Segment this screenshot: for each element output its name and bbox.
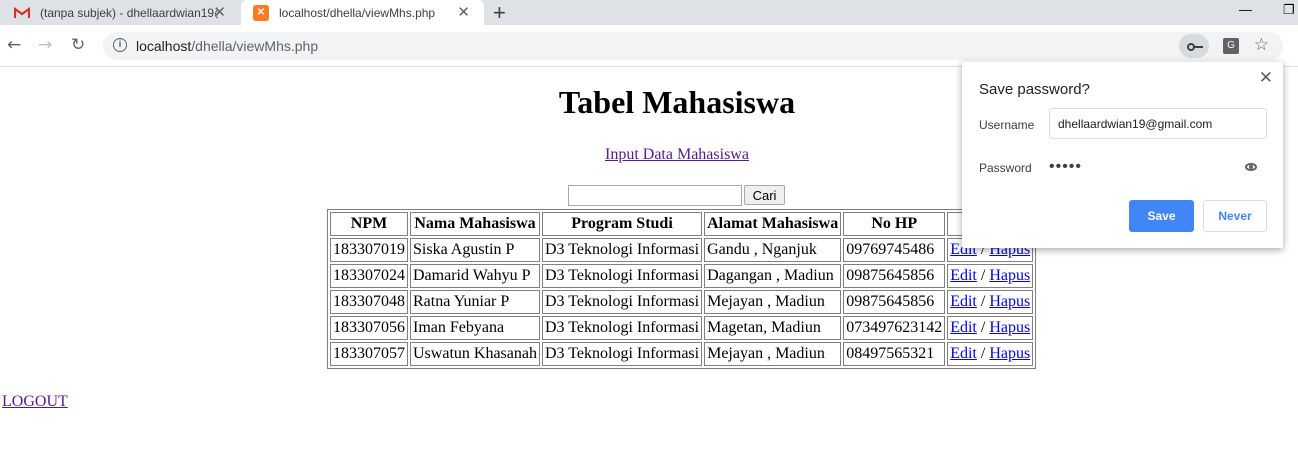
cell-alamat: Magetan, Madiun: [704, 316, 842, 340]
tab-title: (tanpa subjek) - dhellaardwian19@: [40, 5, 218, 20]
cell-hp: 09769745486: [843, 238, 946, 262]
cell-prodi: D3 Teknologi Informasi: [541, 238, 703, 262]
search-form: Cari: [568, 185, 785, 206]
tab-title: localhost/dhella/viewMhs.php: [279, 5, 436, 20]
username-field[interactable]: dhellaardwian19@gmail.com: [1049, 108, 1267, 139]
url-host: localhost: [136, 38, 192, 54]
restore-button[interactable]: ❐: [1283, 0, 1295, 20]
info-icon[interactable]: i: [113, 38, 127, 52]
cell-actions: Edit / Hapus: [947, 290, 1034, 314]
close-icon[interactable]: ✕: [457, 3, 470, 21]
cell-npm: 183307024: [330, 264, 408, 288]
close-icon[interactable]: ✕: [1259, 68, 1273, 88]
mahasiswa-table: NPM Nama Mahasiswa Program Studi Alamat …: [327, 209, 1037, 369]
address-bar[interactable]: i localhost/dhella/viewMhs.php G ☆: [103, 32, 1283, 60]
separator: /: [980, 319, 986, 336]
cell-prodi: D3 Teknologi Informasi: [541, 342, 703, 366]
cell-npm: 183307057: [330, 342, 408, 366]
header-npm: NPM: [330, 212, 408, 236]
save-button[interactable]: Save: [1129, 200, 1194, 232]
header-nama: Nama Mahasiswa: [410, 212, 540, 236]
search-input[interactable]: [568, 185, 742, 206]
cell-actions: Edit / Hapus: [947, 264, 1034, 288]
cell-actions: Edit / Hapus: [947, 316, 1034, 340]
separator: /: [980, 293, 986, 310]
cell-actions: Edit / Hapus: [947, 342, 1034, 366]
table-header-row: NPM Nama Mahasiswa Program Studi Alamat …: [330, 212, 1034, 236]
delete-link[interactable]: Hapus: [989, 319, 1030, 336]
close-icon[interactable]: ✕: [213, 3, 226, 21]
cell-nama: Ratna Yuniar P: [410, 290, 540, 314]
cell-prodi: D3 Teknologi Informasi: [541, 316, 703, 340]
new-tab-button[interactable]: +: [493, 0, 506, 25]
cell-hp: 09875645856: [843, 264, 946, 288]
header-hp: No HP: [843, 212, 946, 236]
cell-alamat: Gandu , Nganjuk: [704, 238, 842, 262]
table-row: 183307024 Damarid Wahyu P D3 Teknologi I…: [330, 264, 1034, 288]
tab-active[interactable]: ✕ localhost/dhella/viewMhs.php ✕: [241, 0, 484, 25]
cell-nama: Damarid Wahyu P: [410, 264, 540, 288]
search-button[interactable]: Cari: [744, 185, 785, 205]
url-text[interactable]: localhost/dhella/viewMhs.php: [136, 38, 318, 54]
delete-link[interactable]: Hapus: [989, 345, 1030, 362]
cell-prodi: D3 Teknologi Informasi: [541, 264, 703, 288]
table-row: 183307057 Uswatun Khasanah D3 Teknologi …: [330, 342, 1034, 366]
header-prodi: Program Studi: [541, 212, 703, 236]
cell-npm: 183307019: [330, 238, 408, 262]
edit-link[interactable]: Edit: [950, 293, 977, 310]
table-row: 183307019 Siska Agustin P D3 Teknologi I…: [330, 238, 1034, 262]
tab-gmail[interactable]: (tanpa subjek) - dhellaardwian19@ ✕: [0, 0, 240, 25]
cell-hp: 073497623142: [843, 316, 946, 340]
cell-npm: 183307048: [330, 290, 408, 314]
cell-alamat: Mejayan , Madiun: [704, 342, 842, 366]
table-row: 183307048 Ratna Yuniar P D3 Teknologi In…: [330, 290, 1034, 314]
url-path: /dhella/viewMhs.php: [191, 38, 319, 54]
delete-link[interactable]: Hapus: [989, 293, 1030, 310]
edit-link[interactable]: Edit: [950, 345, 977, 362]
star-icon[interactable]: ☆: [1254, 35, 1269, 55]
cell-npm: 183307056: [330, 316, 408, 340]
logout-link[interactable]: LOGOUT: [2, 393, 68, 411]
cell-alamat: Dagangan , Madiun: [704, 264, 842, 288]
username-label: Username: [979, 118, 1035, 132]
xampp-icon: ✕: [253, 4, 269, 21]
cell-nama: Uswatun Khasanah: [410, 342, 540, 366]
header-alamat: Alamat Mahasiswa: [704, 212, 842, 236]
separator: /: [980, 345, 986, 362]
separator: /: [980, 267, 986, 284]
tab-strip: (tanpa subjek) - dhellaardwian19@ ✕ ✕ lo…: [0, 0, 1298, 25]
delete-link[interactable]: Hapus: [989, 267, 1030, 284]
edit-link[interactable]: Edit: [950, 267, 977, 284]
eye-icon[interactable]: [1245, 163, 1257, 171]
password-field[interactable]: •••••: [1049, 158, 1082, 176]
cell-hp: 09875645856: [843, 290, 946, 314]
gmail-icon: [13, 6, 31, 19]
translate-icon[interactable]: G: [1223, 38, 1239, 54]
table-row: 183307056 Iman Febyana D3 Teknologi Info…: [330, 316, 1034, 340]
popup-title: Save password?: [979, 81, 1090, 98]
minimize-button[interactable]: —: [1239, 0, 1252, 20]
browser-toolbar: ← → ↻ i localhost/dhella/viewMhs.php G ☆: [0, 25, 1298, 67]
key-icon[interactable]: [1179, 34, 1209, 58]
forward-icon[interactable]: →: [38, 34, 52, 56]
cell-prodi: D3 Teknologi Informasi: [541, 290, 703, 314]
edit-link[interactable]: Edit: [950, 319, 977, 336]
input-data-link[interactable]: Input Data Mahasiswa: [605, 146, 749, 164]
cell-hp: 08497565321: [843, 342, 946, 366]
cell-nama: Siska Agustin P: [410, 238, 540, 262]
cell-alamat: Mejayan , Madiun: [704, 290, 842, 314]
back-icon[interactable]: ←: [7, 34, 21, 56]
cell-nama: Iman Febyana: [410, 316, 540, 340]
never-button[interactable]: Never: [1203, 200, 1267, 232]
reload-icon[interactable]: ↻: [71, 34, 85, 56]
password-label: Password: [979, 161, 1032, 175]
save-password-popup: Save password? ✕ Username dhellaardwian1…: [962, 62, 1283, 248]
